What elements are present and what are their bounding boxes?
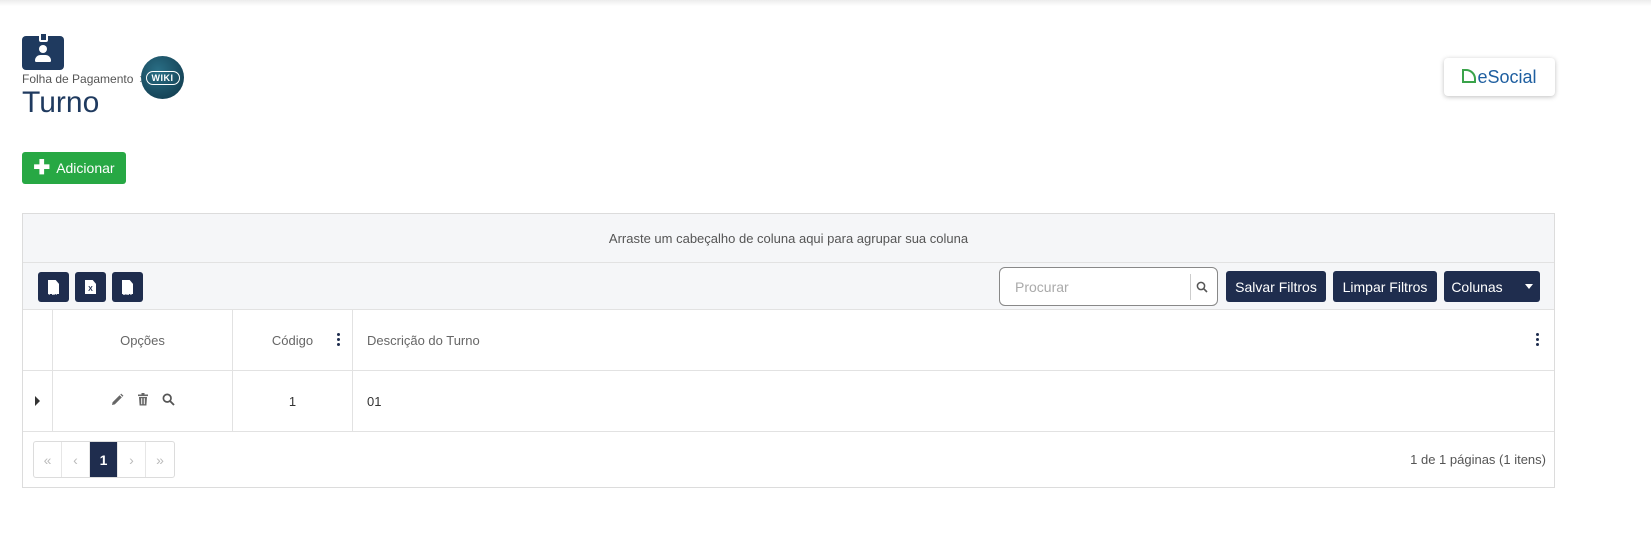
grid-toolbar: PDF X CSV Salvar Filtros Limpar Filtros … xyxy=(23,263,1554,310)
pager-page-1[interactable]: 1 xyxy=(90,442,118,477)
row-options-cell xyxy=(53,371,233,431)
wiki-button[interactable]: WIKI xyxy=(141,56,184,99)
data-grid: Arraste um cabeçalho de coluna aqui para… xyxy=(22,213,1555,488)
pdf-label: PDF xyxy=(48,291,59,297)
pager-next-button[interactable]: › xyxy=(118,442,146,477)
pager-last-button[interactable]: » xyxy=(146,442,174,477)
column-code-label: Código xyxy=(271,332,314,348)
column-options-label: Opções xyxy=(120,332,165,348)
pager-row: « ‹ 1 › » 1 de 1 páginas (1 itens) xyxy=(23,432,1554,487)
row-expand-cell[interactable] xyxy=(23,371,53,431)
caret-down-icon xyxy=(1524,284,1533,289)
add-button-label: Adicionar xyxy=(56,160,115,176)
save-filters-button[interactable]: Salvar Filtros xyxy=(1226,271,1326,302)
search-icon[interactable] xyxy=(1191,281,1213,293)
esocial-leaf-icon xyxy=(1462,69,1477,83)
esocial-button[interactable]: eSocial xyxy=(1444,58,1555,96)
pager-prev-button[interactable]: ‹ xyxy=(62,442,90,477)
plus-icon: ✚ xyxy=(33,157,51,179)
page-title: Turno xyxy=(22,86,100,119)
column-header-options[interactable]: Opções xyxy=(53,310,233,370)
pager: « ‹ 1 › » xyxy=(33,441,175,478)
kebab-icon[interactable] xyxy=(1536,333,1539,346)
breadcrumb: Folha de Pagamento > xyxy=(22,72,150,86)
group-panel-text: Arraste um cabeçalho de coluna aqui para… xyxy=(608,230,969,246)
top-shadow xyxy=(0,0,1651,6)
kebab-icon[interactable] xyxy=(337,333,340,346)
esocial-label: eSocial xyxy=(1477,66,1537,87)
clear-filters-button[interactable]: Limpar Filtros xyxy=(1333,271,1437,302)
column-header-code[interactable]: Código xyxy=(233,310,353,370)
pager-first-button[interactable]: « xyxy=(34,442,62,477)
columns-button-label: Colunas xyxy=(1451,278,1503,295)
table-row: 1 01 xyxy=(23,371,1554,432)
trash-icon[interactable] xyxy=(137,393,149,409)
grid-header-row: Opções Código Descrição do Turno xyxy=(23,310,1554,371)
export-xls-button[interactable]: X xyxy=(75,272,106,302)
columns-button[interactable]: Colunas xyxy=(1444,271,1540,302)
row-description-cell: 01 xyxy=(367,393,382,409)
module-header xyxy=(22,32,64,70)
breadcrumb-parent[interactable]: Folha de Pagamento xyxy=(22,72,133,86)
export-csv-button[interactable]: CSV xyxy=(112,272,143,302)
badge-icon xyxy=(22,32,64,70)
search-input[interactable] xyxy=(1000,271,1190,302)
csv-label: CSV xyxy=(122,291,133,297)
page-info: 1 de 1 páginas (1 itens) xyxy=(1410,452,1546,467)
search-box xyxy=(999,267,1218,306)
row-code-cell: 1 xyxy=(233,371,353,431)
column-header-description[interactable]: Descrição do Turno xyxy=(353,310,1554,370)
edit-icon[interactable] xyxy=(110,393,124,410)
column-description-label: Descrição do Turno xyxy=(367,332,480,348)
xls-label: X xyxy=(88,286,93,293)
add-button[interactable]: ✚ Adicionar xyxy=(22,152,126,184)
expand-icon[interactable] xyxy=(35,396,40,406)
group-panel[interactable]: Arraste um cabeçalho de coluna aqui para… xyxy=(23,214,1554,263)
export-pdf-button[interactable]: PDF xyxy=(38,272,69,302)
wiki-icon: WIKI xyxy=(145,70,180,85)
header-expand-cell xyxy=(23,310,53,370)
magnify-icon[interactable] xyxy=(162,393,175,409)
